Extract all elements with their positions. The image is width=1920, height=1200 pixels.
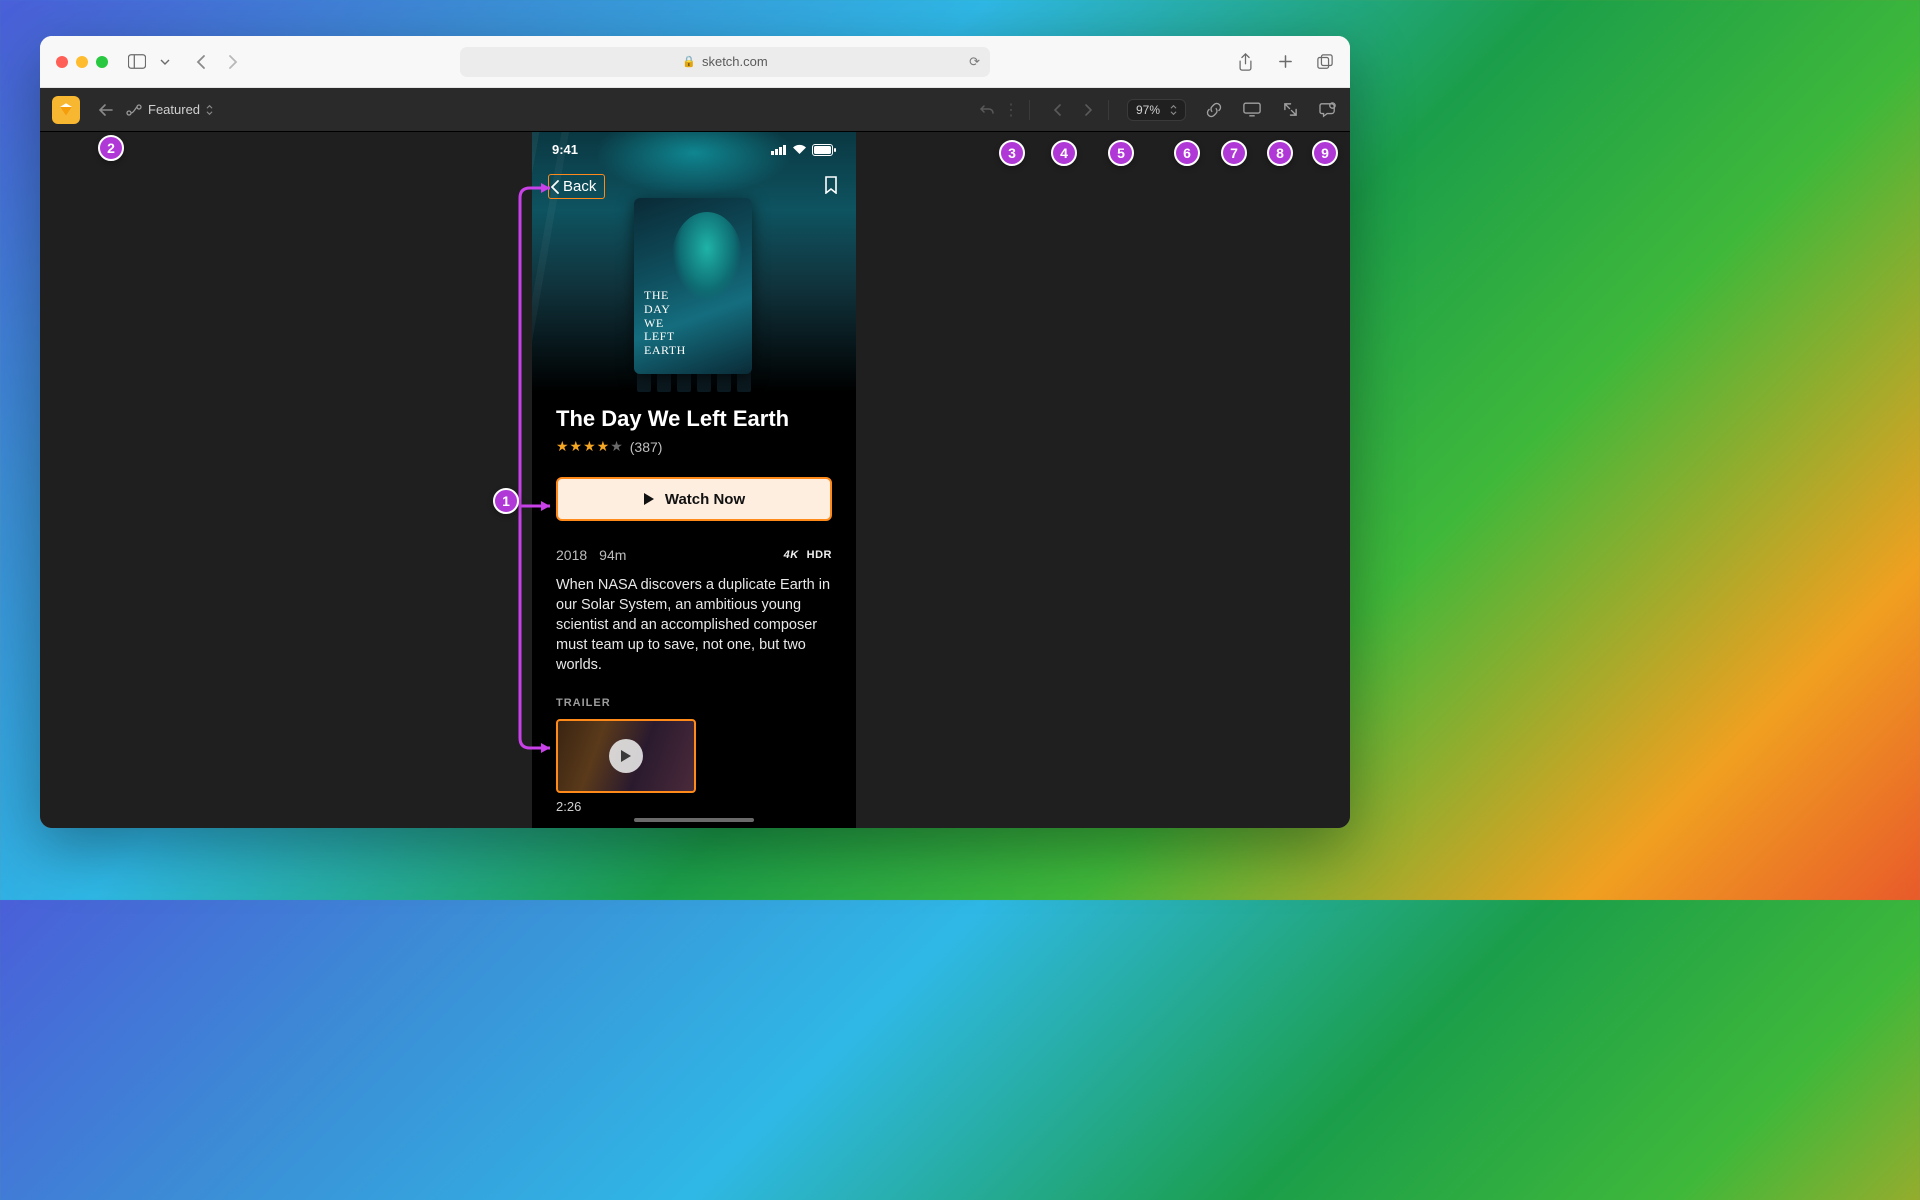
signal-icon — [771, 144, 787, 155]
annotation-balloon: 7 — [1221, 140, 1247, 166]
flow-prev-button[interactable] — [1048, 100, 1068, 120]
undo-button[interactable] — [977, 100, 997, 120]
hero-image: 9:41 Back — [532, 132, 856, 392]
trailer-play-icon — [609, 739, 643, 773]
annotation-balloon: 2 — [98, 135, 124, 161]
release-year: 2018 — [556, 547, 587, 563]
annotation-balloon: 3 — [999, 140, 1025, 166]
bookmark-icon[interactable] — [824, 176, 838, 194]
undo-redo-group: ⋮ — [977, 100, 1030, 120]
tabs-overview-icon[interactable] — [1316, 53, 1334, 71]
url-bar[interactable]: 🔒 sketch.com ⟳ — [460, 47, 990, 77]
watch-now-label: Watch Now — [665, 491, 745, 508]
browser-back-button[interactable] — [192, 53, 210, 71]
reload-icon[interactable]: ⟳ — [969, 54, 980, 70]
sidebar-toggle-icon[interactable] — [128, 53, 146, 71]
badge-4k: 4K — [784, 549, 799, 561]
url-host-text: sketch.com — [702, 54, 768, 69]
wifi-icon — [792, 144, 807, 155]
breadcrumb[interactable]: Featured — [126, 102, 213, 117]
sketch-logo-icon[interactable] — [52, 96, 80, 124]
annotation-balloon: 5 — [1108, 140, 1134, 166]
minimize-window-button[interactable] — [76, 56, 88, 68]
movie-description: When NASA discovers a duplicate Earth in… — [556, 575, 832, 675]
share-icon[interactable] — [1236, 53, 1254, 71]
sidebar-dropdown-chevron-icon[interactable] — [156, 53, 174, 71]
annotation-balloon: 6 — [1174, 140, 1200, 166]
breadcrumb-label: Featured — [148, 102, 200, 117]
back-label: Back — [563, 178, 596, 195]
watch-now-button[interactable]: Watch Now — [556, 477, 832, 521]
annotation-balloon: 8 — [1267, 140, 1293, 166]
browser-window: 🔒 sketch.com ⟳ — [40, 36, 1350, 828]
expand-icon[interactable] — [1280, 100, 1300, 120]
flow-next-button[interactable] — [1078, 100, 1098, 120]
link-icon[interactable] — [1204, 100, 1224, 120]
sketch-app: Featured ⋮ — [40, 88, 1350, 828]
annotation-balloon: 9 — [1312, 140, 1338, 166]
battery-icon — [812, 144, 836, 156]
annotation-balloon: 4 — [1051, 140, 1077, 166]
lock-icon: 🔒 — [682, 55, 696, 68]
phone-artboard: 9:41 Back — [532, 132, 856, 828]
zoom-control[interactable]: 97% — [1127, 99, 1186, 121]
home-indicator — [634, 818, 754, 822]
annotation-balloon: 1 — [493, 488, 519, 514]
safari-toolbar: 🔒 sketch.com ⟳ — [40, 36, 1350, 88]
browser-forward-button[interactable] — [224, 53, 242, 71]
rating-row: ★★★★★ (387) — [556, 438, 832, 455]
breadcrumb-chevron-icon — [206, 104, 213, 116]
present-icon[interactable] — [1242, 100, 1262, 120]
trailer-section-label: TRAILER — [556, 697, 832, 709]
badge-hdr: HDR — [807, 549, 832, 561]
new-tab-icon[interactable] — [1276, 53, 1294, 71]
sketch-canvas[interactable]: 9:41 Back — [40, 132, 1350, 828]
star-rating: ★★★★★ — [556, 438, 624, 455]
movie-poster: THE DAY WE LEFT EARTH — [634, 198, 752, 374]
flow-icon — [126, 104, 142, 116]
meta-row: 2018 94m 4K HDR — [556, 547, 832, 563]
runtime: 94m — [599, 547, 626, 563]
rating-count: (387) — [630, 439, 663, 455]
movie-detail-content: The Day We Left Earth ★★★★★ (387) Watch … — [532, 406, 856, 828]
zoom-value: 97% — [1136, 103, 1160, 117]
status-bar: 9:41 — [532, 142, 856, 157]
movie-title: The Day We Left Earth — [556, 406, 832, 432]
trailer-duration: 2:26 — [556, 799, 832, 814]
fullscreen-window-button[interactable] — [96, 56, 108, 68]
sketch-back-button[interactable] — [96, 100, 116, 120]
status-time: 9:41 — [552, 142, 578, 157]
back-button[interactable]: Back — [548, 174, 605, 199]
window-controls — [56, 56, 108, 68]
comments-icon[interactable] — [1318, 100, 1338, 120]
sketch-toolbar: Featured ⋮ — [40, 88, 1350, 132]
close-window-button[interactable] — [56, 56, 68, 68]
trailer-thumbnail[interactable] — [556, 719, 696, 793]
flow-nav-group — [1048, 100, 1109, 120]
poster-title-text: THE DAY WE LEFT EARTH — [644, 289, 686, 358]
play-icon — [643, 492, 655, 506]
